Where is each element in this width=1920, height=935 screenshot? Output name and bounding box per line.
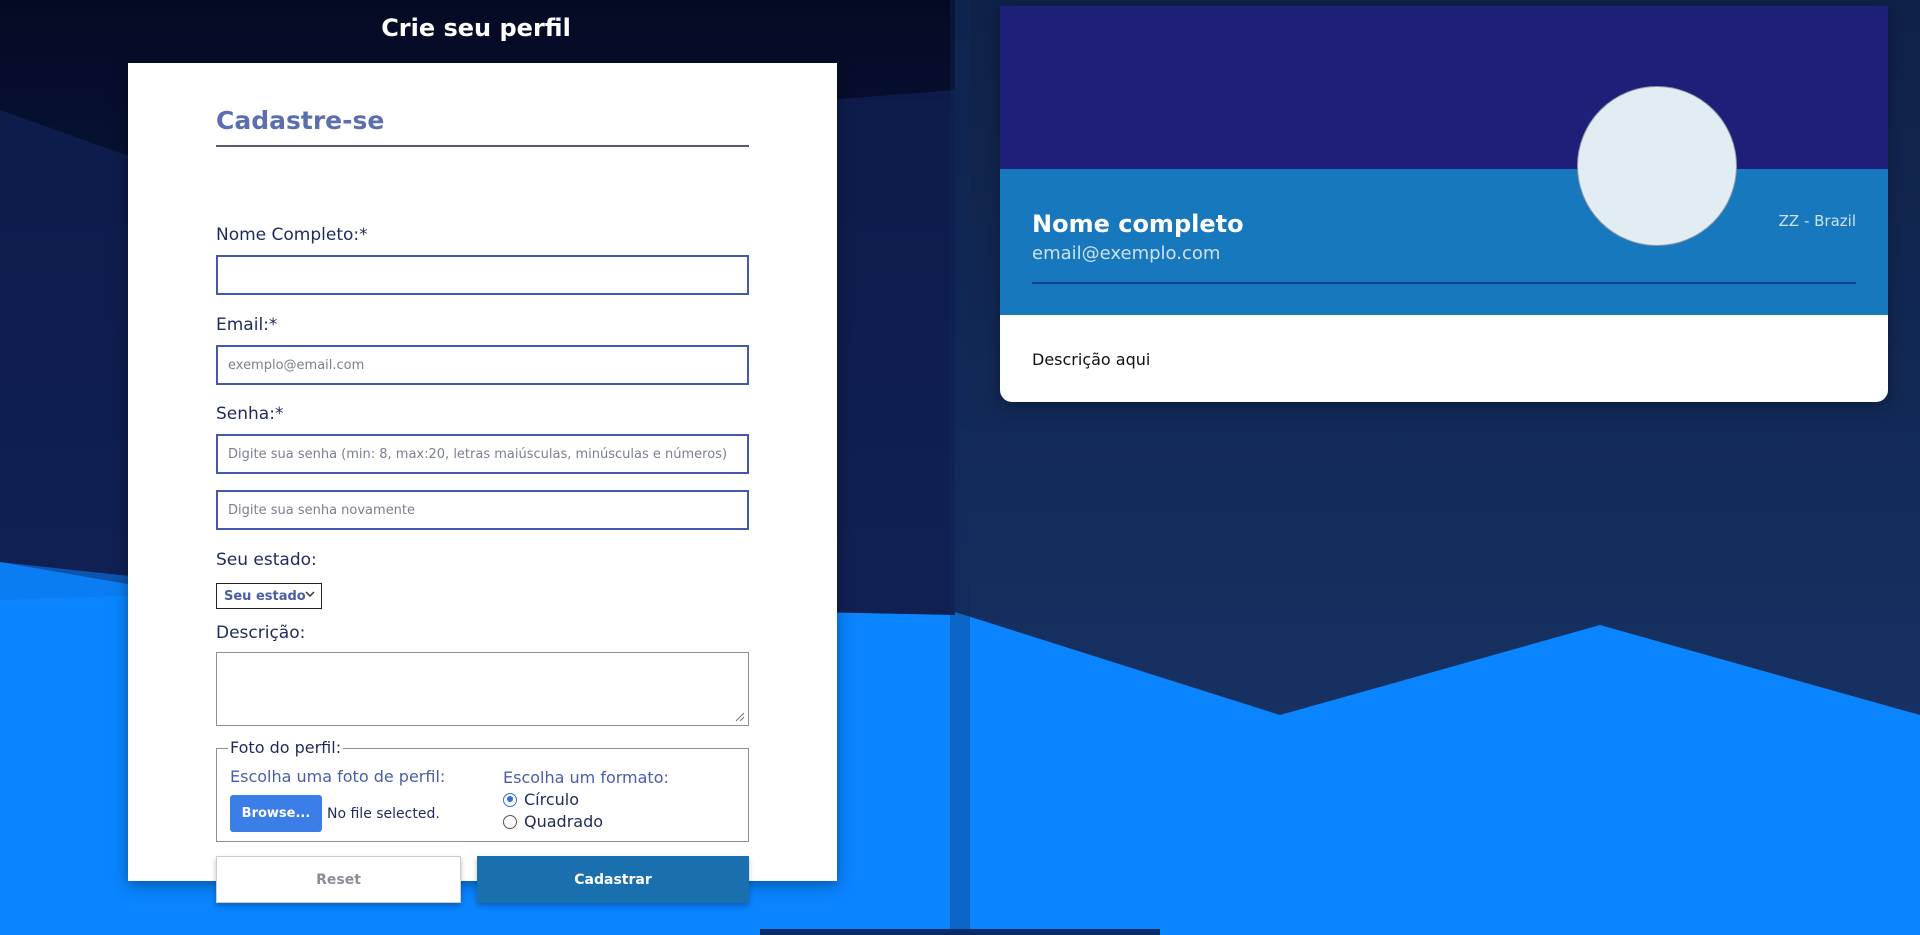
- password-confirm-input[interactable]: [216, 490, 749, 530]
- state-label: Seu estado:: [216, 550, 317, 570]
- profile-header-band: [1000, 6, 1888, 169]
- photo-legend: Foto do perfil:: [228, 738, 344, 757]
- description-label: Descrição:: [216, 623, 306, 643]
- profile-divider: [1032, 282, 1856, 284]
- profile-name: Nome completo: [1032, 210, 1244, 238]
- submit-button[interactable]: Cadastrar: [477, 856, 749, 903]
- state-select-value: Seu estado: [224, 589, 306, 604]
- name-label: Nome Completo:*: [216, 225, 368, 245]
- resize-grip-icon[interactable]: [735, 712, 745, 722]
- format-option-circle[interactable]: Círculo: [503, 790, 579, 809]
- format-option-label: Círculo: [524, 790, 580, 809]
- format-option-square[interactable]: Quadrado: [503, 812, 603, 831]
- password-label: Senha:*: [216, 404, 284, 424]
- profile-location: ZZ - Brazil: [1778, 212, 1856, 230]
- choose-photo-label: Escolha uma foto de perfil:: [230, 767, 446, 786]
- file-status: No file selected.: [327, 806, 440, 822]
- profile-description: Descrição aqui: [1032, 350, 1151, 369]
- email-input[interactable]: [216, 345, 749, 385]
- chevron-down-icon: [305, 591, 315, 598]
- reset-button[interactable]: Reset: [216, 856, 461, 903]
- full-name-input[interactable]: [216, 255, 749, 295]
- browse-button[interactable]: Browse...: [230, 795, 322, 832]
- avatar: [1577, 86, 1737, 246]
- page-title: Crie seu perfil: [381, 14, 571, 42]
- registration-form: Cadastre-se Nome Completo:* Email:* Senh…: [128, 63, 837, 903]
- format-option-label: Quadrado: [524, 812, 604, 831]
- state-select[interactable]: Seu estado: [216, 583, 322, 609]
- radio-checked-icon[interactable]: [503, 792, 517, 807]
- form-heading: Cadastre-se: [216, 106, 749, 147]
- password-input[interactable]: [216, 434, 749, 474]
- profile-preview-card: Nome completo email@exemplo.com ZZ - Bra…: [1000, 6, 1888, 402]
- email-label: Email:*: [216, 315, 278, 335]
- radio-unchecked-icon[interactable]: [503, 814, 517, 829]
- profile-email: email@exemplo.com: [1032, 243, 1221, 264]
- description-textarea[interactable]: [216, 652, 749, 726]
- profile-info-band: [1000, 169, 1888, 315]
- format-label: Escolha um formato:: [503, 768, 669, 787]
